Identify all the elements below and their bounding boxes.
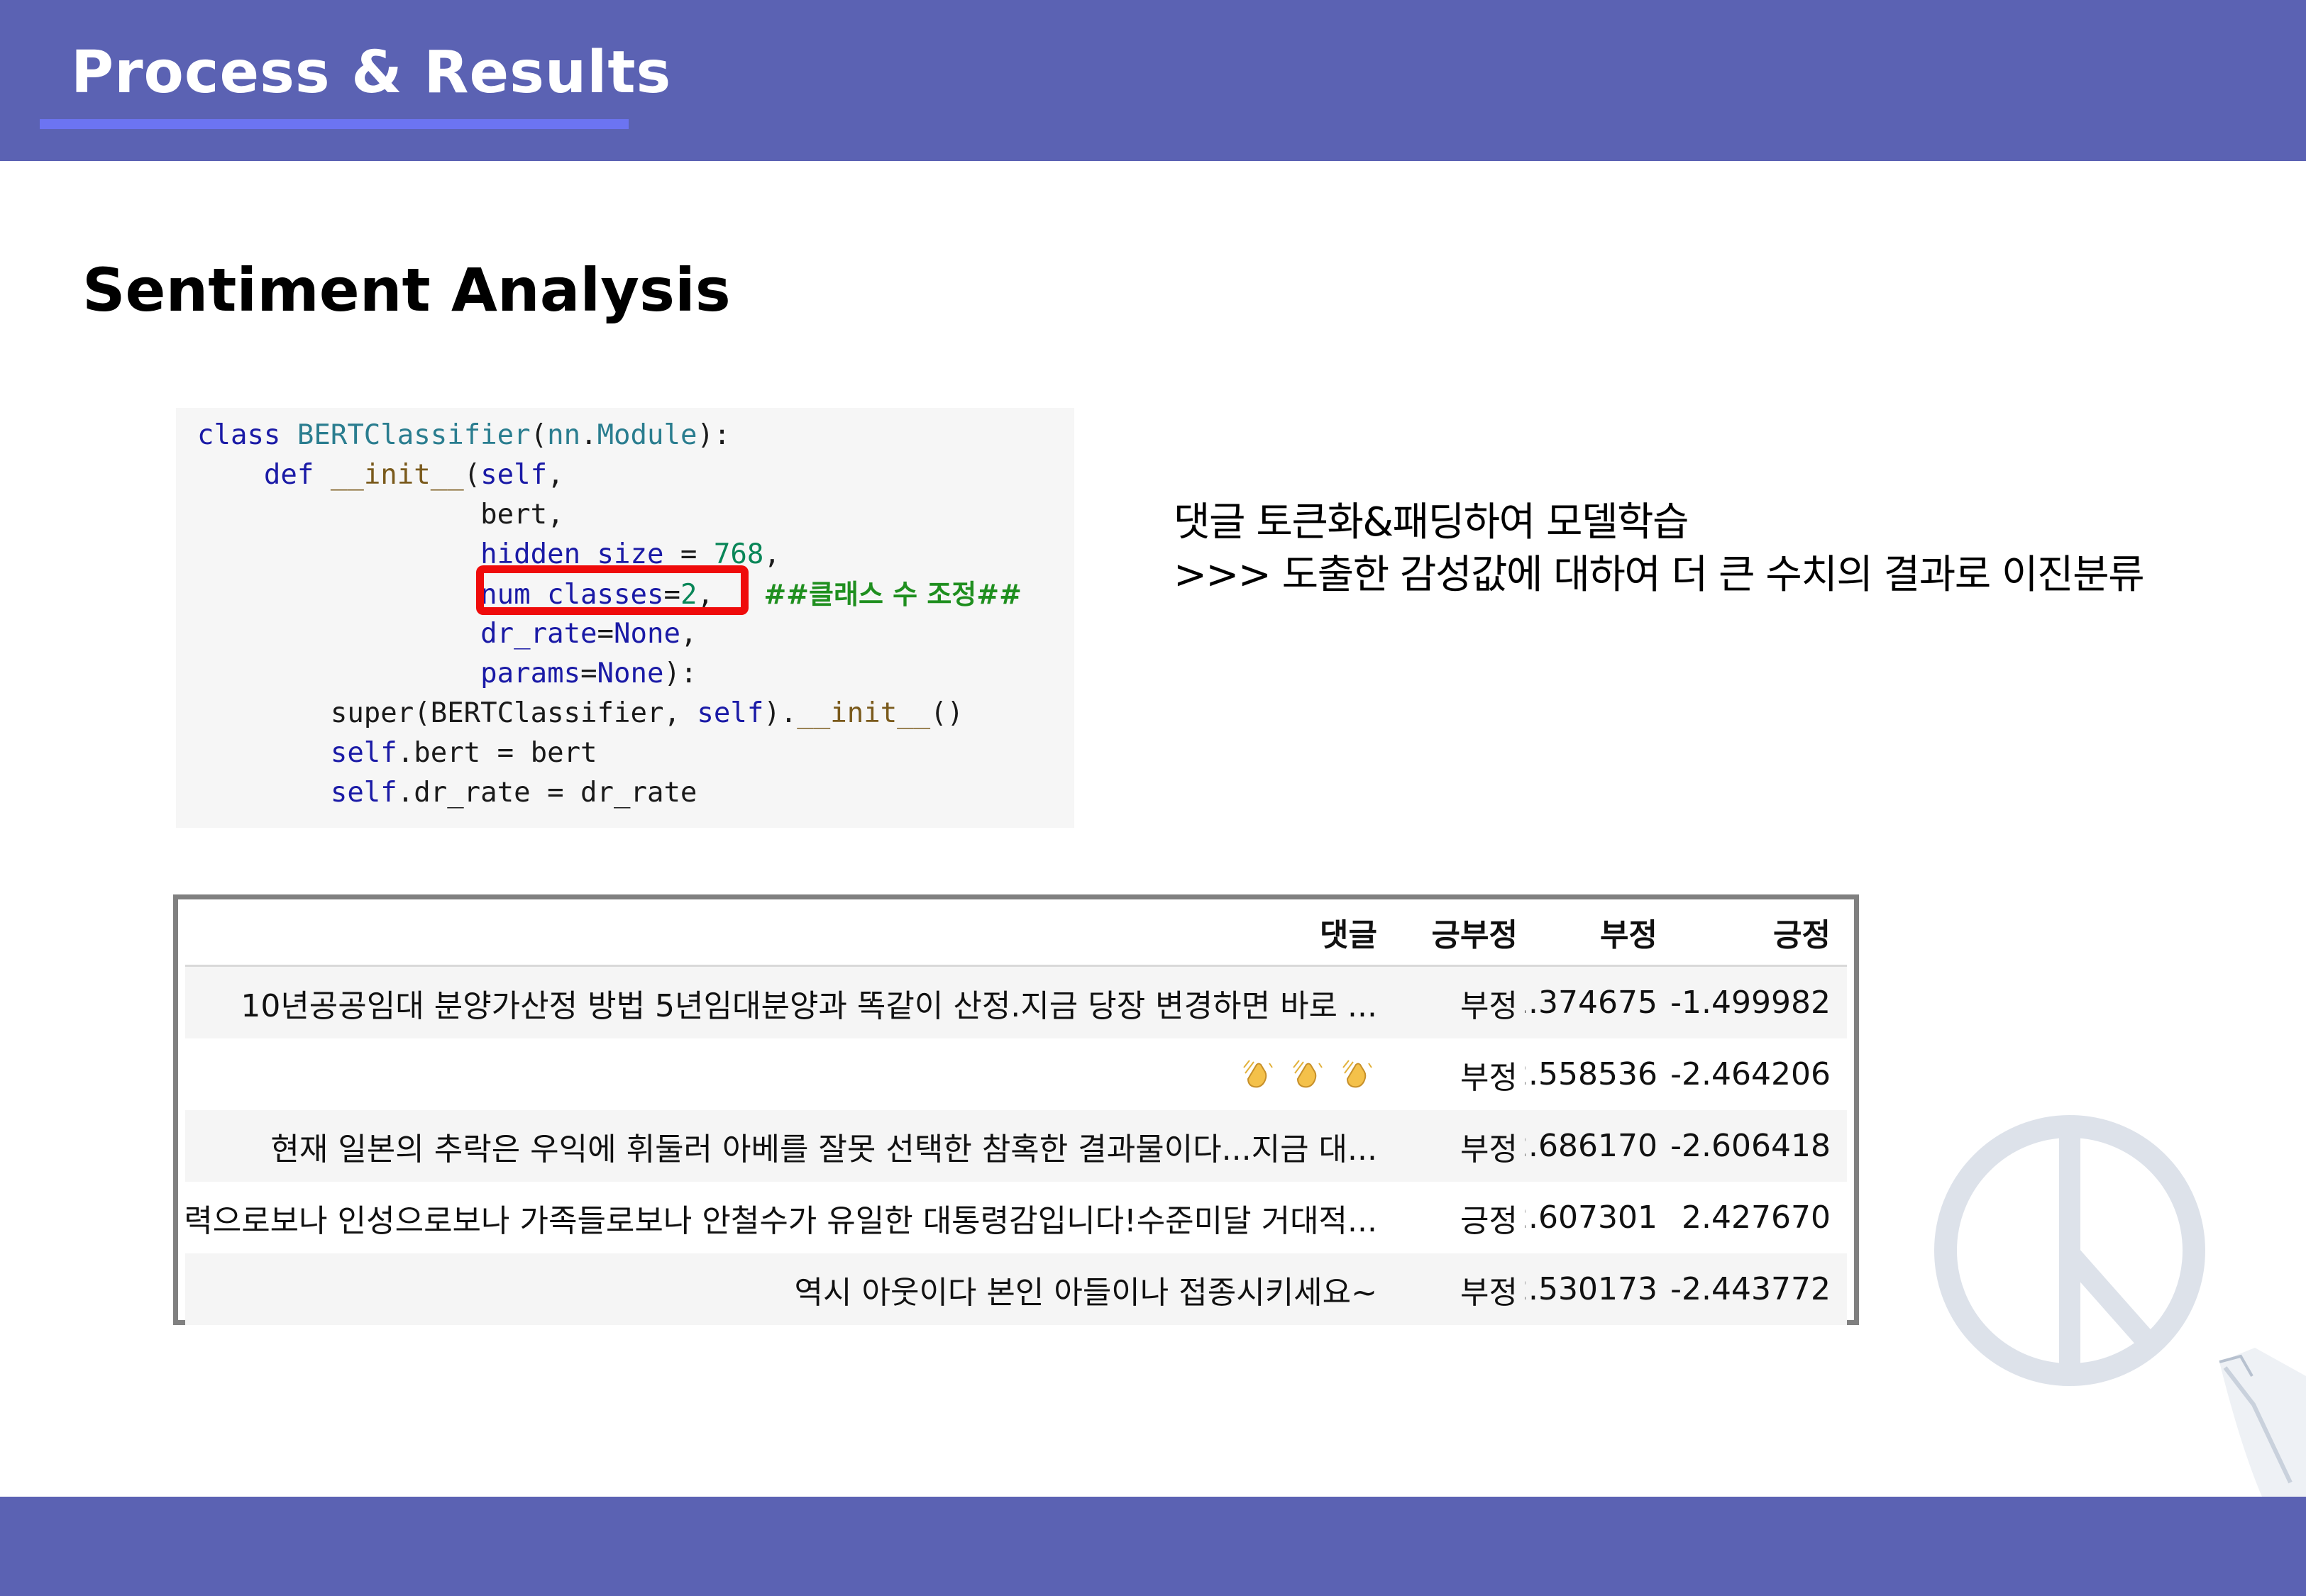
- column-header-comment: 댓글: [1320, 917, 1377, 953]
- table-row: 부정 2.558536 -2.464206: [185, 1038, 1847, 1110]
- row-comment: 역시 아웃이다 본인 아들이나 접종시키세요~: [794, 1274, 1377, 1311]
- title-underline: [40, 119, 629, 129]
- flag-decoration-icon: [2219, 1348, 2306, 1497]
- row-label: 부정: [1460, 987, 1518, 1024]
- clapping-hands-icon: [1342, 1059, 1372, 1087]
- code-line: self.bert = bert: [330, 737, 597, 769]
- code-line: def __init__(self,: [263, 459, 564, 491]
- description: 댓글 토큰화&패딩하여 모델학습 >>> 도출한 감성값에 대하여 더 큰 수치…: [1174, 497, 2145, 602]
- row-negative-score: 2.686170: [1525, 1128, 1657, 1164]
- clapping-hands-emoji: [1241, 1058, 1377, 1092]
- table-header-row: 댓글 긍부정 부정 긍정: [185, 899, 1847, 967]
- peace-symbol-icon: [1934, 1115, 2205, 1386]
- row-negative-score: -2.607301: [1525, 1199, 1657, 1236]
- row-label: 부정: [1460, 1131, 1518, 1168]
- code-line: params=None):: [480, 658, 697, 689]
- code-line: class BERTClassifier(nn.Module):: [197, 419, 731, 451]
- table-row: 현재 일본의 추락은 우익에 휘둘러 아베를 잘못 선택한 참혹한 결과물이다.…: [185, 1110, 1847, 1182]
- row-label: 부정: [1460, 1274, 1518, 1311]
- code-comment: ##클래스 수 조정##: [763, 579, 1022, 610]
- row-positive-score: -1.499982: [1670, 985, 1831, 1021]
- row-positive-score: 2.427670: [1682, 1199, 1831, 1236]
- code-line: bert,: [197, 499, 564, 531]
- description-line-1: 댓글 토큰화&패딩하여 모델학습: [1174, 499, 1689, 545]
- table-row: 10년공공임대 분양가산정 방법 5년임대분양과 똑같이 산정.지금 당장 변경…: [185, 967, 1847, 1038]
- row-comment: 능력으로보나 인성으로보나 가족들로보나 안철수가 유일한 대통령감입니다!수준…: [185, 1202, 1377, 1239]
- clapping-hands-icon: [1243, 1059, 1273, 1087]
- code-line: super(BERTClassifier, self).__init__(): [197, 697, 964, 729]
- row-positive-score: -2.443772: [1670, 1271, 1831, 1307]
- table-row: 역시 아웃이다 본인 아들이나 접종시키세요~ 부정 2.530173 -2.4…: [185, 1253, 1847, 1325]
- row-comment: 10년공공임대 분양가산정 방법 5년임대분양과 똑같이 산정.지금 당장 변경…: [241, 987, 1377, 1024]
- results-table: 댓글 긍부정 부정 긍정 10년공공임대 분양가산정 방법 5년임대분양과 똑같…: [173, 894, 1859, 1325]
- table-row: 능력으로보나 인성으로보나 가족들로보나 안철수가 유일한 대통령감입니다!수준…: [185, 1182, 1847, 1253]
- clapping-hands-icon: [1293, 1059, 1323, 1087]
- footer-bar: [0, 1497, 2306, 1596]
- row-negative-score: 1.374675: [1525, 985, 1657, 1021]
- row-positive-score: -2.464206: [1670, 1056, 1831, 1092]
- column-header-negative: 부정: [1600, 917, 1657, 953]
- row-negative-score: 2.558536: [1525, 1056, 1657, 1092]
- row-comment: [185, 1038, 1377, 1110]
- section-title: Sentiment Analysis: [82, 255, 731, 325]
- code-line: self.dr_rate = dr_rate: [330, 777, 697, 809]
- row-label: 긍정: [1460, 1202, 1518, 1239]
- page-title: Process & Results: [71, 39, 672, 106]
- row-positive-score: -2.606418: [1670, 1128, 1831, 1164]
- code-line: dr_rate=None,: [480, 618, 697, 650]
- description-line-2: >>> 도출한 감성값에 대하여 더 큰 수치의 결과로 이진분류: [1174, 552, 2145, 598]
- row-negative-score: 2.530173: [1525, 1271, 1657, 1307]
- row-comment: 현재 일본의 추락은 우익에 휘둘러 아베를 잘못 선택한 참혹한 결과물이다.…: [270, 1131, 1377, 1168]
- column-header-positive: 긍정: [1773, 917, 1831, 953]
- row-label: 부정: [1460, 1059, 1518, 1096]
- column-header-label: 긍부정: [1431, 917, 1518, 953]
- code-snippet: class BERTClassifier(nn.Module): def __i…: [176, 408, 1074, 828]
- highlight-box: [476, 565, 749, 615]
